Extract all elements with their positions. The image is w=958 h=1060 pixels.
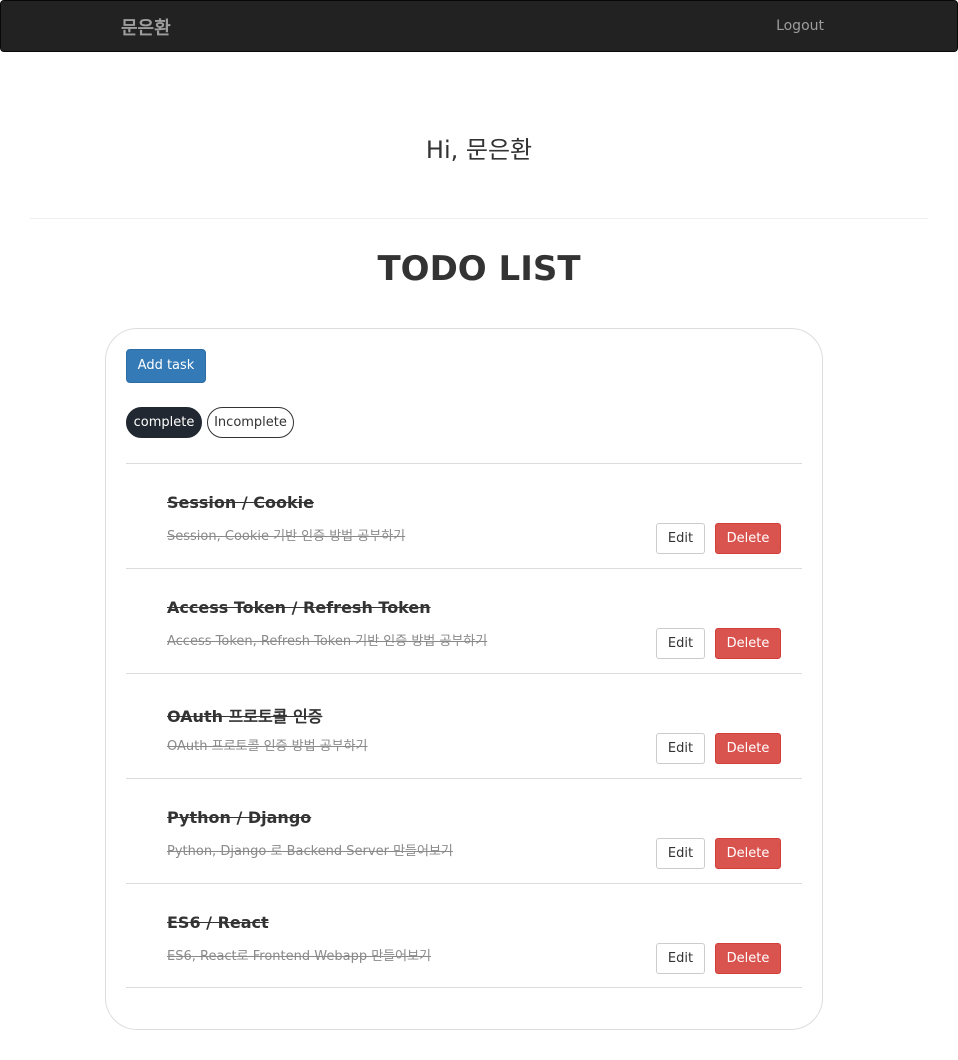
logout-link[interactable]: Logout xyxy=(776,18,824,34)
task-list: Session / Cookie Session, Cookie 기반 인증 방… xyxy=(126,463,802,988)
greeting: Hi, 문은환 xyxy=(425,136,533,164)
delete-button[interactable]: Delete xyxy=(715,838,781,869)
task-item: OAuth 프로토콜 인증 OAuth 프로토콜 인증 방법 공부하기 Edit… xyxy=(126,673,802,778)
task-description: Python, Django 로 Backend Server 만들어보기 xyxy=(167,844,453,859)
task-item: ES6 / React ES6, React로 Frontend Webapp … xyxy=(126,883,802,988)
task-description: Access Token, Refresh Token 기반 인증 방법 공부하… xyxy=(167,634,488,649)
edit-button[interactable]: Edit xyxy=(656,523,705,554)
delete-button[interactable]: Delete xyxy=(715,628,781,659)
delete-button[interactable]: Delete xyxy=(715,943,781,974)
edit-button[interactable]: Edit xyxy=(656,733,705,764)
edit-button[interactable]: Edit xyxy=(656,628,705,659)
navbar-brand[interactable]: 문은환 xyxy=(121,14,171,40)
edit-button[interactable]: Edit xyxy=(656,943,705,974)
filter-complete-button[interactable]: complete xyxy=(126,407,202,438)
task-title: Python / Django xyxy=(167,808,312,827)
task-item: Access Token / Refresh Token Access Toke… xyxy=(126,568,802,673)
task-description: Session, Cookie 기반 인증 방법 공부하기 xyxy=(167,529,406,544)
task-description: ES6, React로 Frontend Webapp 만들어보기 xyxy=(167,949,431,964)
task-item: Session / Cookie Session, Cookie 기반 인증 방… xyxy=(126,463,802,568)
navbar: 문은환 Logout xyxy=(0,0,958,52)
task-description: OAuth 프로토콜 인증 방법 공부하기 xyxy=(167,739,368,754)
task-title: Access Token / Refresh Token xyxy=(167,598,431,617)
task-title: Session / Cookie xyxy=(167,493,314,512)
delete-button[interactable]: Delete xyxy=(715,733,781,764)
edit-button[interactable]: Edit xyxy=(656,838,705,869)
filter-incomplete-button[interactable]: Incomplete xyxy=(207,407,294,438)
task-item: Python / Django Python, Django 로 Backend… xyxy=(126,778,802,883)
task-title: ES6 / React xyxy=(167,913,269,932)
delete-button[interactable]: Delete xyxy=(715,523,781,554)
divider xyxy=(30,218,928,219)
todo-card: Add task complete Incomplete Session / C… xyxy=(105,328,823,1030)
add-task-button[interactable]: Add task xyxy=(126,349,206,383)
page-title: TODO LIST xyxy=(377,249,581,289)
task-title: OAuth 프로토콜 인증 xyxy=(167,707,323,726)
